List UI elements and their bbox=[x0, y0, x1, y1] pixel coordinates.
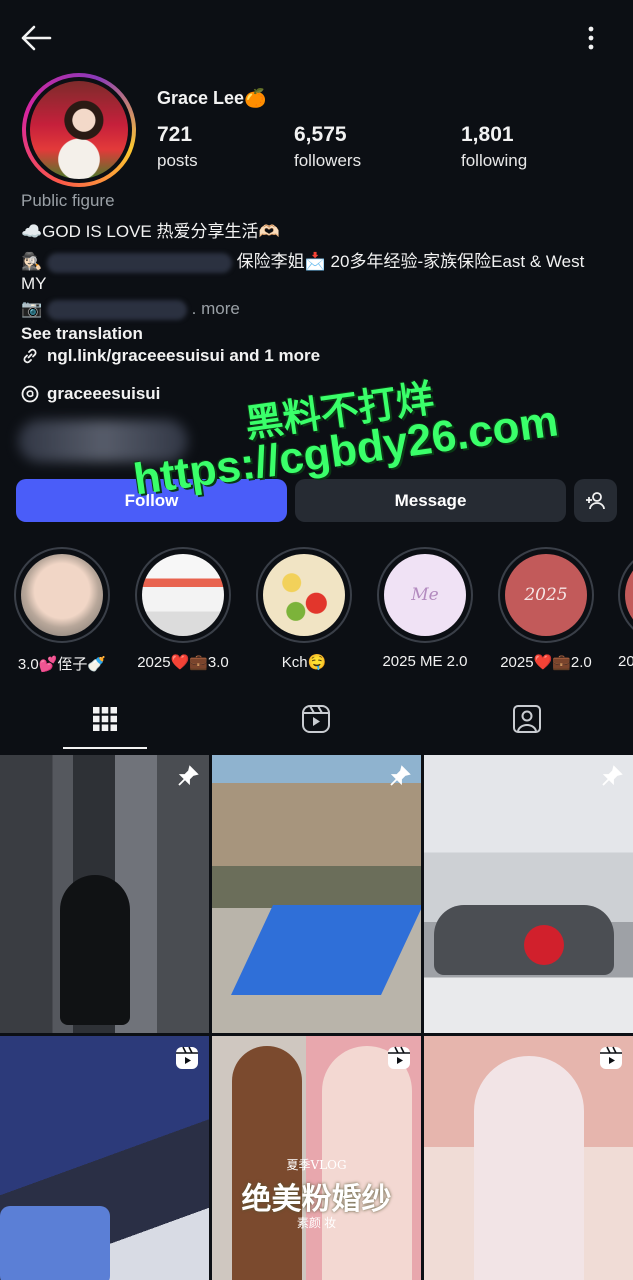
bio-line-2-text: 保险李姐📩 20多年经验-家族保险East & West bbox=[236, 252, 585, 271]
follow-button[interactable]: Follow bbox=[16, 479, 287, 522]
active-tab-indicator bbox=[63, 747, 147, 749]
posts-label: posts bbox=[157, 151, 198, 170]
reel-overlay-tag: 夏季VLOG bbox=[286, 1158, 347, 1172]
highlight-cover-me: Me bbox=[384, 554, 466, 636]
threads-badge[interactable]: graceeesuisui bbox=[21, 384, 160, 404]
posts-stat[interactable]: 721 posts bbox=[157, 123, 198, 171]
reel-icon bbox=[600, 1046, 622, 1069]
profile-avatar[interactable] bbox=[22, 73, 136, 187]
bio-line-2: 🕵🏻‍♀️ 保险李姐📩 20多年经验-家族保险East & West bbox=[21, 247, 584, 273]
story-highlight[interactable]: Kch🤤 bbox=[256, 547, 352, 671]
highlight-label: 3.0💕侄子🍼 bbox=[17, 656, 107, 673]
bio-line-3: MY bbox=[21, 274, 47, 293]
followers-label: followers bbox=[294, 151, 362, 170]
more-options-icon[interactable] bbox=[578, 22, 604, 54]
grid-icon bbox=[93, 707, 117, 731]
pin-icon bbox=[390, 765, 411, 786]
post-thumbnail[interactable]: 夏季VLOG 绝美粉婚纱 素颜 妆 bbox=[212, 1036, 421, 1280]
post-bow bbox=[524, 925, 564, 965]
add-user-icon bbox=[585, 491, 605, 509]
highlight-cover-baby bbox=[21, 554, 103, 636]
highlight-cover-partial bbox=[625, 554, 633, 636]
pin-icon bbox=[602, 765, 623, 786]
following-stat[interactable]: 1,801 following bbox=[461, 123, 527, 171]
story-highlight[interactable]: 2025 2025❤️💼2.0 bbox=[498, 547, 594, 671]
suggested-users-button[interactable] bbox=[574, 479, 617, 522]
highlight-cover-2025: 2025 bbox=[505, 554, 587, 636]
highlight-label: 2025 ME 2.0 bbox=[382, 653, 468, 670]
bio-more-link[interactable]: . more bbox=[192, 299, 240, 318]
highlight-ring bbox=[618, 547, 633, 643]
post-thumbnail[interactable] bbox=[212, 755, 421, 1033]
reel-icon bbox=[176, 1046, 198, 1069]
tagged-icon bbox=[513, 705, 541, 733]
message-button[interactable]: Message bbox=[295, 479, 566, 522]
following-count: 1,801 bbox=[461, 123, 514, 146]
story-highlight[interactable]: 3.0💕侄子🍼 bbox=[14, 547, 110, 674]
followers-count: 6,575 bbox=[294, 123, 347, 146]
camera-emoji: 📷 bbox=[21, 299, 43, 318]
pin-icon bbox=[178, 765, 199, 786]
back-arrow-icon[interactable] bbox=[20, 24, 52, 52]
highlight-cover-food bbox=[263, 554, 345, 636]
redacted-text bbox=[46, 252, 232, 273]
highlight-cover-document bbox=[142, 554, 224, 636]
highlight-ring bbox=[135, 547, 231, 643]
post-thumbnail[interactable] bbox=[424, 755, 633, 1033]
threads-icon bbox=[21, 385, 39, 403]
see-translation-link[interactable]: See translation bbox=[21, 324, 143, 344]
reels-icon bbox=[302, 705, 330, 733]
highlight-label: 2025❤️💼2.0 bbox=[500, 654, 592, 671]
tab-reels[interactable] bbox=[274, 690, 358, 748]
tab-tagged[interactable] bbox=[485, 690, 569, 748]
post-device bbox=[0, 1206, 110, 1280]
post-gown bbox=[474, 1056, 584, 1280]
followers-stat[interactable]: 6,575 followers bbox=[294, 123, 361, 171]
story-highlight[interactable]: 20 bbox=[618, 547, 633, 670]
post-thumbnail[interactable] bbox=[0, 755, 209, 1033]
highlight-ring: Me bbox=[377, 547, 473, 643]
following-label: following bbox=[461, 151, 528, 170]
threads-handle: graceeesuisui bbox=[47, 384, 161, 403]
reel-overlay-title: 绝美粉婚纱 bbox=[241, 1182, 392, 1217]
link-icon bbox=[23, 348, 37, 364]
profile-name: Grace Lee🍊 bbox=[157, 88, 267, 108]
highlight-label: 2025❤️💼3.0 bbox=[137, 654, 229, 671]
watermark-line-1: 黑料不打烊 bbox=[242, 377, 437, 446]
post-pool bbox=[231, 905, 421, 995]
highlight-label: Kch🤤 bbox=[281, 654, 327, 671]
redacted-text bbox=[46, 299, 187, 320]
highlight-ring bbox=[256, 547, 352, 643]
profile-category: Public figure bbox=[21, 191, 115, 210]
avatar-border bbox=[26, 77, 132, 183]
story-highlight[interactable]: Me 2025 ME 2.0 bbox=[377, 547, 473, 670]
story-highlight[interactable]: 2025❤️💼3.0 bbox=[135, 547, 231, 671]
avatar-image bbox=[30, 81, 128, 179]
post-figure bbox=[60, 875, 130, 1025]
highlight-ring: 2025 bbox=[498, 547, 594, 643]
bio-line-1: ☁️GOD IS LOVE 热爱分享生活🫶🏻 bbox=[21, 222, 280, 241]
post-thumbnail[interactable] bbox=[424, 1036, 633, 1280]
highlight-label: 20 bbox=[618, 653, 633, 670]
profile-tabs bbox=[0, 690, 633, 750]
reel-icon bbox=[388, 1046, 410, 1069]
redacted-mutual-followers bbox=[18, 420, 188, 462]
reel-overlay-subtitle: 素颜 妆 bbox=[296, 1216, 337, 1230]
detective-emoji: 🕵🏻‍♀️ bbox=[21, 252, 43, 271]
bio-line-4: 📷 . more bbox=[21, 299, 240, 320]
external-link-row[interactable]: ngl.link/graceeesuisui and 1 more bbox=[21, 346, 320, 366]
posts-count: 721 bbox=[157, 123, 193, 146]
top-bar bbox=[0, 0, 633, 76]
tab-posts-grid[interactable] bbox=[63, 690, 147, 748]
post-thumbnail[interactable] bbox=[0, 1036, 209, 1280]
highlight-ring bbox=[14, 547, 110, 643]
external-link-text: ngl.link/graceeesuisui and 1 more bbox=[47, 346, 321, 365]
